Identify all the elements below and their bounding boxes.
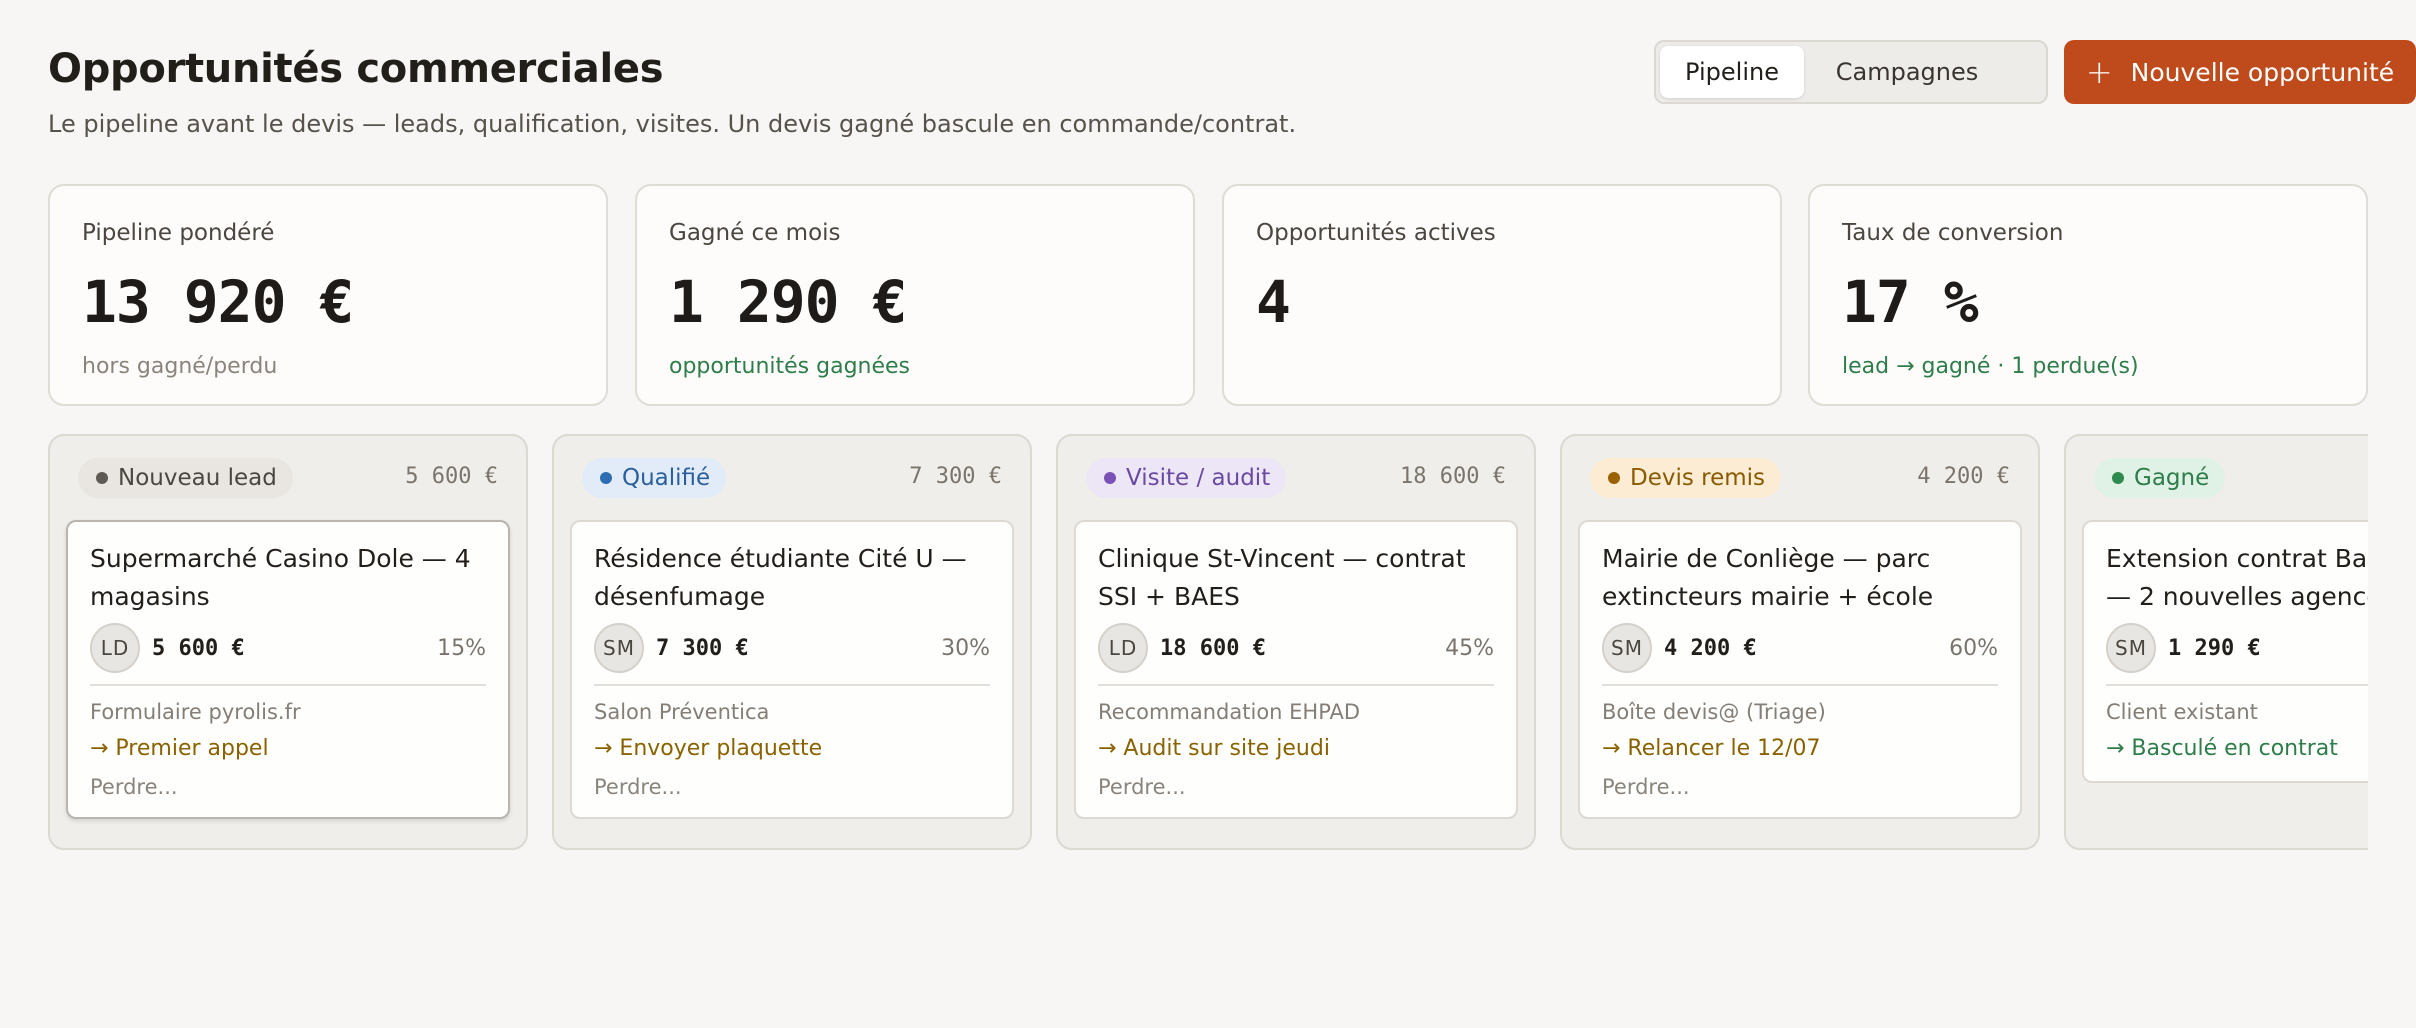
kpi-label: Gagné ce mois [669, 220, 841, 246]
kpi-value: 4 [1256, 268, 1291, 336]
column-new-lead: Nouveau lead 5 600 € Supermarché Casino … [48, 434, 528, 850]
card-amount: 4 200 € [1664, 635, 1757, 661]
stage-badge: Visite / audit [1086, 458, 1287, 498]
column-won: Gagné Extension contrat Banque Jura — 2 … [2064, 434, 2368, 850]
opportunity-card[interactable]: Mairie de Conliège — parc extincteurs ma… [1578, 520, 2022, 819]
page-subtitle: Le pipeline avant le devis — leads, qual… [48, 110, 1297, 138]
opportunity-card[interactable]: Supermarché Casino Dole — 4 magasins LD … [66, 520, 510, 819]
pipeline-board: Nouveau lead 5 600 € Supermarché Casino … [48, 434, 2368, 854]
stage-dot [2112, 472, 2124, 484]
card-amount: 5 600 € [152, 635, 245, 661]
card-next-action: → Relancer le 12/07 [1602, 736, 1821, 761]
opportunity-card[interactable]: Résidence étudiante Cité U — désenfumage… [570, 520, 1014, 819]
kpi-note: opportunités gagnées [669, 354, 911, 379]
kpi-value: 17 % [1842, 268, 1979, 336]
tab-pipeline[interactable]: Pipeline [1660, 46, 1804, 98]
stage-label: Visite / audit [1126, 465, 1271, 491]
stage-badge: Nouveau lead [78, 458, 293, 498]
avatar: LD [90, 623, 140, 673]
card-source: Boîte devis@ (Triage) [1602, 700, 1826, 724]
stage-label: Qualifié [622, 465, 711, 491]
opportunity-card[interactable]: Clinique St-Vincent — contrat SSI + BAES… [1074, 520, 1518, 819]
lose-link[interactable]: Perdre... [1602, 775, 1998, 799]
card-next-action: → Basculé en contrat [2106, 736, 2338, 761]
stage-dot [600, 472, 612, 484]
card-probability: 60% [1949, 635, 1998, 661]
kpi-card-weighted-pipeline: Pipeline pondéré 13 920 € hors gagné/per… [48, 184, 608, 406]
card-next-action: → Audit sur site jeudi [1098, 736, 1330, 761]
avatar: SM [1602, 623, 1652, 673]
column-total: 4 200 € [1917, 464, 2010, 489]
stage-label: Nouveau lead [118, 465, 277, 491]
column-total: 5 600 € [405, 464, 498, 489]
card-source: Salon Préventica [594, 700, 770, 724]
card-next-action: → Envoyer plaquette [594, 736, 823, 761]
tab-campagnes[interactable]: Campagnes [1812, 46, 2002, 98]
stage-badge: Devis remis [1590, 458, 1782, 498]
card-source: Formulaire pyrolis.fr [90, 700, 301, 724]
kpi-card-active-opportunities: Opportunités actives 4 [1222, 184, 1782, 406]
kpi-note: lead → gagné · 1 perdue(s) [1842, 354, 2139, 379]
stage-dot [96, 472, 108, 484]
card-title: Supermarché Casino Dole — 4 magasins [90, 544, 471, 611]
kpi-card-conversion-rate: Taux de conversion 17 % lead → gagné · 1… [1808, 184, 2368, 406]
stage-badge: Gagné [2094, 458, 2226, 498]
card-amount: 18 600 € [1160, 635, 1266, 661]
page-title: Opportunités commerciales [48, 46, 664, 92]
opportunity-card[interactable]: Extension contrat Banque Jura — 2 nouvel… [2082, 520, 2368, 783]
kpi-note: hors gagné/perdu [82, 354, 278, 379]
column-qualified: Qualifié 7 300 € Résidence étudiante Cit… [552, 434, 1032, 850]
card-amount: 1 290 € [2168, 635, 2261, 661]
card-probability: 45% [1445, 635, 1494, 661]
column-visit-audit: Visite / audit 18 600 € Clinique St-Vinc… [1056, 434, 1536, 850]
card-probability: 15% [437, 635, 486, 661]
lose-link[interactable]: Perdre... [1098, 775, 1494, 799]
stage-label: Devis remis [1630, 465, 1766, 491]
card-divider [2106, 684, 2368, 686]
new-opportunity-label: Nouvelle opportunité [2130, 57, 2395, 87]
card-divider [1602, 684, 1998, 686]
stage-label: Gagné [2134, 465, 2210, 491]
card-divider [594, 684, 990, 686]
kpi-value: 1 290 € [669, 268, 907, 336]
view-switcher: Pipeline Campagnes [1654, 40, 2048, 104]
card-title: Mairie de Conliège — parc extincteurs ma… [1602, 544, 1934, 611]
card-source: Client existant [2106, 700, 2258, 724]
avatar: LD [1098, 623, 1148, 673]
kpi-label: Opportunités actives [1256, 220, 1496, 246]
kpi-label: Taux de conversion [1842, 220, 2064, 246]
card-next-action: → Premier appel [90, 736, 269, 761]
card-divider [90, 684, 486, 686]
column-quote-sent: Devis remis 4 200 € Mairie de Conliège —… [1560, 434, 2040, 850]
new-opportunity-button[interactable]: + Nouvelle opportunité [2064, 40, 2416, 104]
stage-badge: Qualifié [582, 458, 727, 498]
kpi-card-won-this-month: Gagné ce mois 1 290 € opportunités gagné… [635, 184, 1195, 406]
plus-icon: + [2085, 53, 2113, 91]
lose-link[interactable]: Perdre... [90, 775, 486, 799]
column-total: 18 600 € [1400, 464, 1506, 489]
column-total: 7 300 € [909, 464, 1002, 489]
avatar: SM [594, 623, 644, 673]
avatar: SM [2106, 623, 2156, 673]
card-title: Extension contrat Banque Jura — 2 nouvel… [2106, 544, 2368, 611]
stage-dot [1104, 472, 1116, 484]
card-title: Clinique St-Vincent — contrat SSI + BAES [1098, 544, 1466, 611]
kpi-label: Pipeline pondéré [82, 220, 275, 246]
kpi-value: 13 920 € [82, 268, 354, 336]
card-source: Recommandation EHPAD [1098, 700, 1361, 724]
card-title: Résidence étudiante Cité U — désenfumage [594, 544, 967, 611]
card-probability: 30% [941, 635, 990, 661]
stage-dot [1608, 472, 1620, 484]
lose-link[interactable]: Perdre... [594, 775, 990, 799]
card-amount: 7 300 € [656, 635, 749, 661]
card-divider [1098, 684, 1494, 686]
